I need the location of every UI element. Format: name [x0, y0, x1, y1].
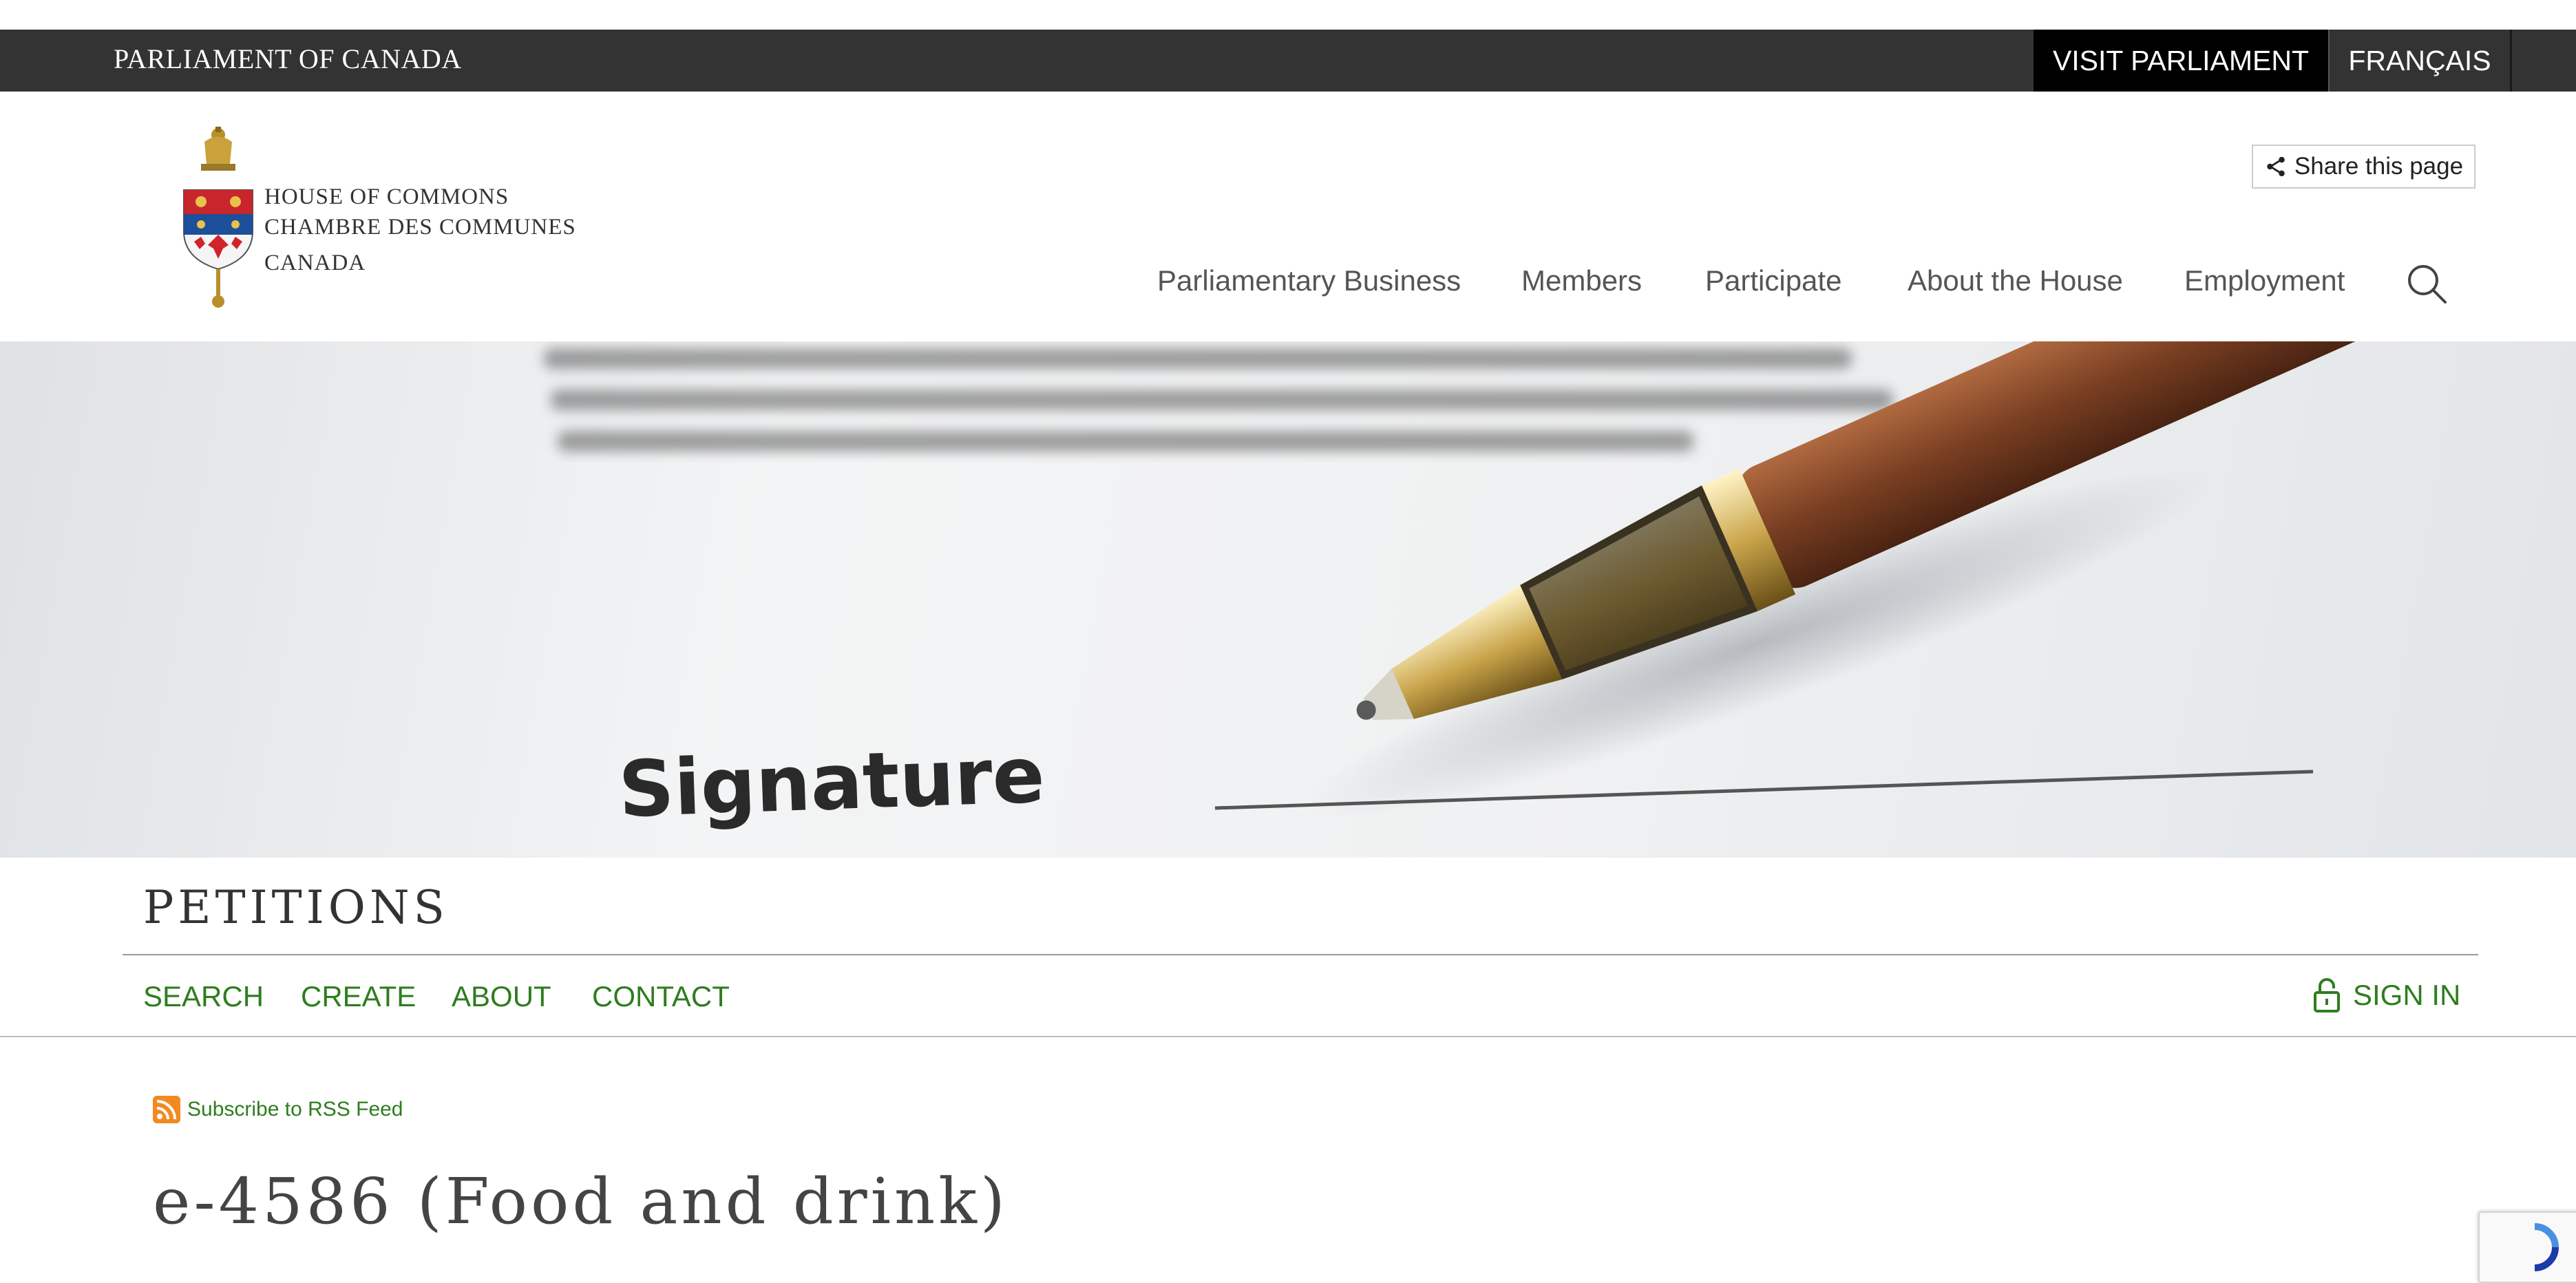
- language-toggle-button[interactable]: FRANÇAIS: [2328, 30, 2512, 92]
- petitions-title: PETITIONS: [143, 881, 449, 934]
- petitions-nav-about[interactable]: ABOUT: [452, 980, 551, 1013]
- share-page-button[interactable]: Share this page: [2252, 145, 2475, 189]
- nav-parliamentary-business[interactable]: Parliamentary Business: [1157, 264, 1461, 297]
- petitions-nav-contact[interactable]: CONTACT: [592, 980, 730, 1013]
- hero-banner-image: Signature: [0, 341, 2576, 858]
- nav-employment[interactable]: Employment: [2184, 264, 2345, 297]
- divider: [0, 1036, 2576, 1037]
- share-label: Share this page: [2294, 153, 2464, 180]
- signature-printed-label: Signature: [617, 730, 1046, 835]
- lock-icon: [2314, 978, 2340, 1012]
- logo-line-3: CANADA: [264, 251, 366, 275]
- recaptcha-badge[interactable]: [2478, 1211, 2576, 1283]
- rss-label: Subscribe to RSS Feed: [187, 1098, 403, 1121]
- nav-participate[interactable]: Participate: [1705, 264, 1841, 297]
- coat-of-arms-icon: [183, 127, 253, 308]
- petition-heading: e-4586 (Food and drink): [153, 1165, 1009, 1238]
- petitions-nav-create[interactable]: CREATE: [301, 980, 416, 1013]
- nav-about-the-house[interactable]: About the House: [1908, 264, 2123, 297]
- petitions-nav-search[interactable]: SEARCH: [143, 980, 264, 1013]
- house-of-commons-logo[interactable]: HOUSE OF COMMONS CHAMBRE DES COMMUNES CA…: [180, 121, 593, 314]
- sign-in-label: SIGN IN: [2353, 979, 2461, 1011]
- divider: [123, 954, 2478, 955]
- search-icon[interactable]: [2405, 262, 2448, 305]
- recaptcha-icon: [2534, 1223, 2559, 1271]
- nav-members[interactable]: Members: [1521, 264, 1642, 297]
- visit-parliament-button[interactable]: VISIT PARLIAMENT: [2034, 30, 2328, 92]
- logo-line-2: CHAMBRE DES COMMUNES: [264, 215, 576, 240]
- parliament-title[interactable]: PARLIAMENT OF CANADA: [114, 43, 462, 75]
- rss-subscribe-link[interactable]: Subscribe to RSS Feed: [153, 1096, 403, 1123]
- sign-in-link[interactable]: SIGN IN: [2313, 977, 2460, 1013]
- rss-icon: [153, 1096, 180, 1123]
- logo-line-1: HOUSE OF COMMONS: [264, 184, 509, 209]
- share-icon: [2267, 156, 2285, 177]
